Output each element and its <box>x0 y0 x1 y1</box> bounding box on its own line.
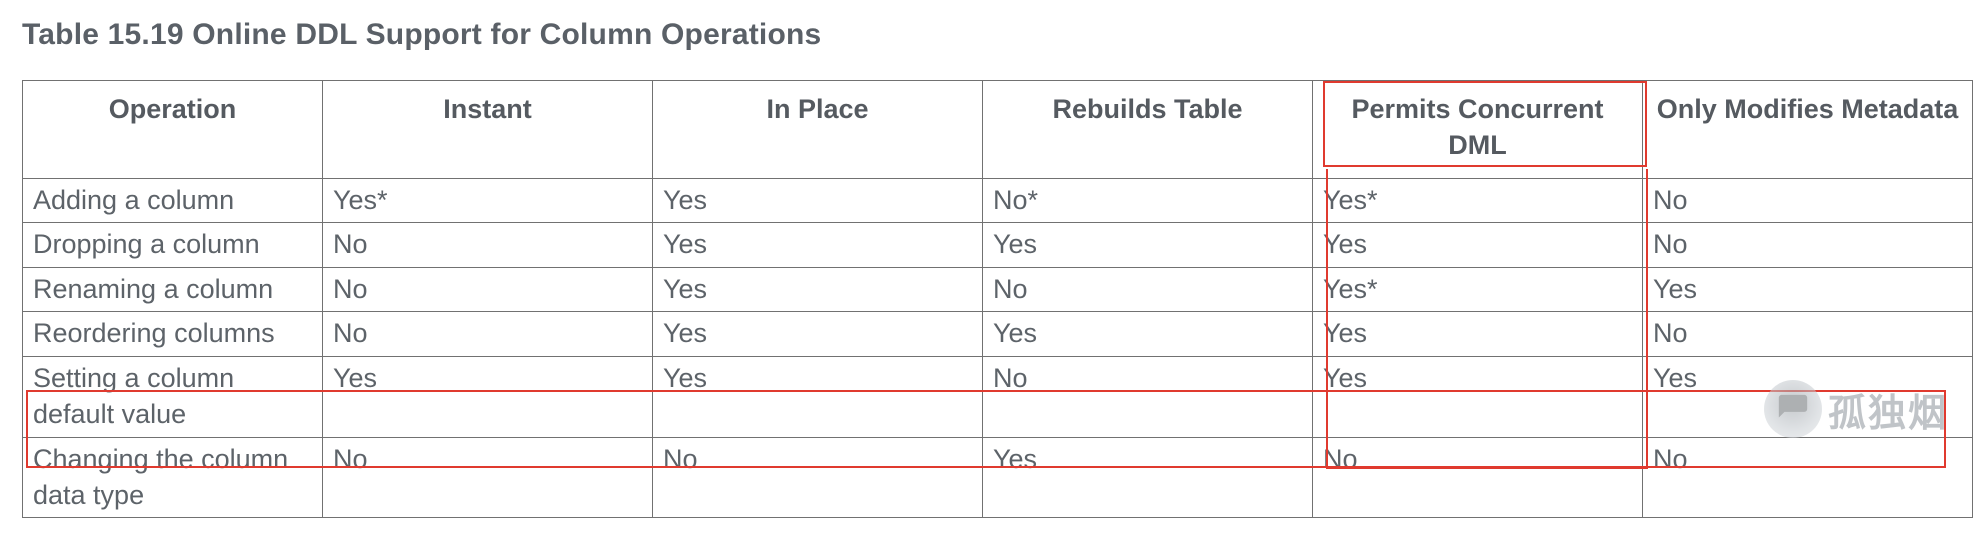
cell-inplace: No <box>653 437 983 518</box>
cell-rebuild: Yes <box>983 223 1313 267</box>
cell-operation: Reordering columns <box>23 312 323 356</box>
table-row: Setting a column default value Yes Yes N… <box>23 356 1973 437</box>
col-header-meta: Only Modifies Metadata <box>1643 81 1973 179</box>
cell-dml: Yes* <box>1313 178 1643 222</box>
cell-rebuild: Yes <box>983 312 1313 356</box>
cell-operation: Dropping a column <box>23 223 323 267</box>
cell-meta: No <box>1643 312 1973 356</box>
cell-rebuild: No <box>983 356 1313 437</box>
cell-operation: Renaming a column <box>23 267 323 311</box>
cell-instant: No <box>323 437 653 518</box>
cell-meta: No <box>1643 223 1973 267</box>
cell-operation: Adding a column <box>23 178 323 222</box>
cell-instant: No <box>323 267 653 311</box>
col-header-dml: Permits Concurrent DML <box>1313 81 1643 179</box>
cell-instant: No <box>323 223 653 267</box>
cell-inplace: Yes <box>653 356 983 437</box>
cell-meta: No <box>1643 178 1973 222</box>
cell-inplace: Yes <box>653 178 983 222</box>
cell-rebuild: No* <box>983 178 1313 222</box>
cell-dml: No <box>1313 437 1643 518</box>
cell-dml: Yes <box>1313 223 1643 267</box>
cell-inplace: Yes <box>653 223 983 267</box>
cell-dml: Yes <box>1313 312 1643 356</box>
col-header-operation: Operation <box>23 81 323 179</box>
cell-meta: No <box>1643 437 1973 518</box>
cell-inplace: Yes <box>653 267 983 311</box>
ddl-table: Operation Instant In Place Rebuilds Tabl… <box>22 80 1973 518</box>
col-header-inplace: In Place <box>653 81 983 179</box>
table-title: Table 15.19 Online DDL Support for Colum… <box>22 18 1958 52</box>
table-row: Renaming a column No Yes No Yes* Yes <box>23 267 1973 311</box>
table-row: Dropping a column No Yes Yes Yes No <box>23 223 1973 267</box>
table-header-row: Operation Instant In Place Rebuilds Tabl… <box>23 81 1973 179</box>
cell-meta: Yes <box>1643 267 1973 311</box>
cell-instant: No <box>323 312 653 356</box>
cell-operation: Setting a column default value <box>23 356 323 437</box>
cell-instant: Yes* <box>323 178 653 222</box>
cell-dml: Yes* <box>1313 267 1643 311</box>
table-row: Reordering columns No Yes Yes Yes No <box>23 312 1973 356</box>
cell-instant: Yes <box>323 356 653 437</box>
col-header-instant: Instant <box>323 81 653 179</box>
cell-rebuild: Yes <box>983 437 1313 518</box>
table-row: Adding a column Yes* Yes No* Yes* No <box>23 178 1973 222</box>
table-row: Changing the column data type No No Yes … <box>23 437 1973 518</box>
cell-operation: Changing the column data type <box>23 437 323 518</box>
cell-inplace: Yes <box>653 312 983 356</box>
cell-meta: Yes <box>1643 356 1973 437</box>
cell-dml: Yes <box>1313 356 1643 437</box>
table-container: Operation Instant In Place Rebuilds Tabl… <box>22 80 1958 518</box>
cell-rebuild: No <box>983 267 1313 311</box>
col-header-rebuild: Rebuilds Table <box>983 81 1313 179</box>
